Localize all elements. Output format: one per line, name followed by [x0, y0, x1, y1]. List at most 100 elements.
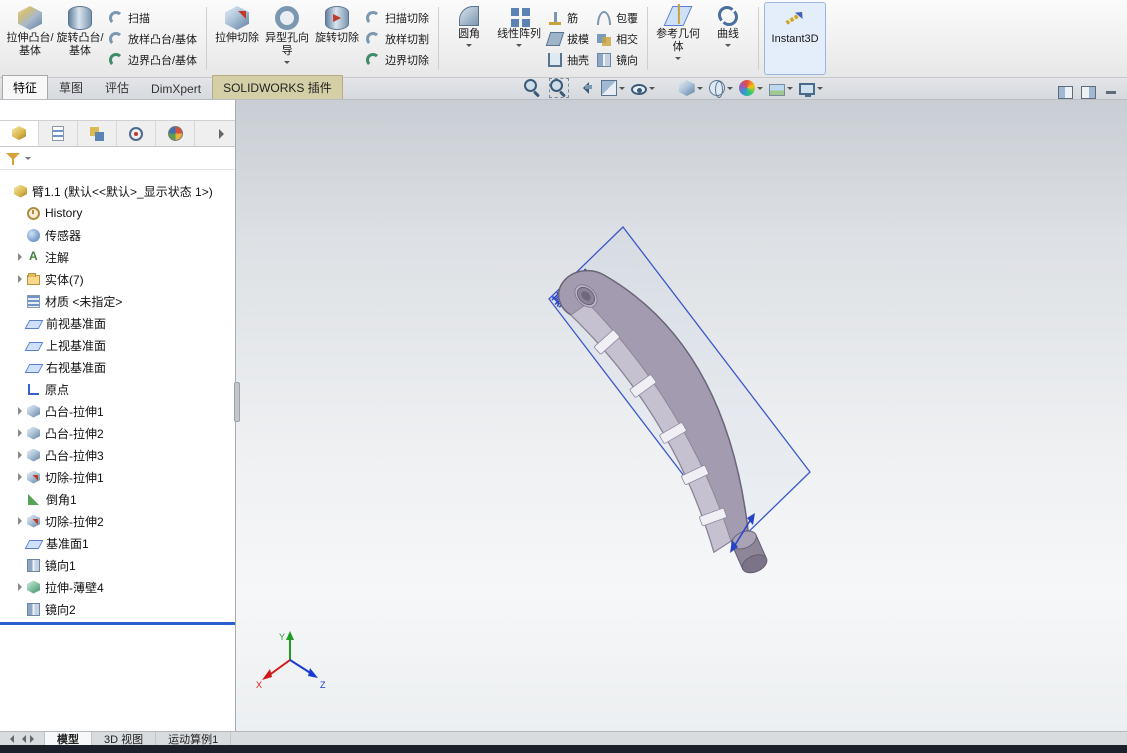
extrude-cut-button[interactable]: 拉伸切除: [212, 2, 262, 75]
mirror-button[interactable]: 镜向: [597, 52, 638, 68]
tab-evaluate[interactable]: 评估: [94, 75, 140, 99]
tab-solidworks-addins[interactable]: SOLIDWORKS 插件: [212, 75, 343, 99]
tree-item-mirror2[interactable]: 镜向2: [0, 598, 235, 620]
hole-wizard-button[interactable]: 异型孔向导: [262, 2, 312, 75]
pane-right-icon[interactable]: [1081, 86, 1096, 99]
zoom-fit-button[interactable]: [521, 77, 545, 99]
sweep-button[interactable]: 扫描: [109, 10, 197, 26]
tree-item-mirror1[interactable]: 镜向1: [0, 554, 235, 576]
graphics-area[interactable]: 基准面1: [236, 100, 1127, 731]
display-style-button[interactable]: [707, 79, 735, 98]
instant3d-button[interactable]: Instant3D: [764, 2, 827, 75]
reference-geometry-button[interactable]: 参考几何体: [653, 2, 703, 75]
collapse-icon[interactable]: [1104, 86, 1119, 99]
expand-arrow-icon[interactable]: [17, 275, 26, 283]
hide-show-items-dropdown-icon[interactable]: [648, 86, 655, 93]
section-view-button[interactable]: [599, 79, 627, 97]
tree-item-top-plane[interactable]: 上视基准面: [0, 334, 235, 356]
scroll-first-icon[interactable]: [6, 734, 14, 743]
rollback-bar[interactable]: [0, 622, 235, 625]
wrap-button[interactable]: 包覆: [597, 10, 638, 26]
dimxpertmanager-tab[interactable]: [117, 121, 156, 146]
tree-item-front-plane[interactable]: 前视基准面: [0, 312, 235, 334]
curves-button[interactable]: 曲线: [703, 2, 753, 75]
tree-item-annotations[interactable]: 注解: [0, 246, 235, 268]
expand-arrow-icon[interactable]: [17, 429, 26, 437]
expand-arrow-icon[interactable]: [17, 517, 26, 525]
filter-dropdown-icon[interactable]: [25, 156, 31, 163]
view-settings-dropdown-icon[interactable]: [816, 86, 823, 93]
expand-arrow-icon[interactable]: [17, 451, 26, 459]
tree-item-solid-bodies[interactable]: 实体(7): [0, 268, 235, 290]
featuremanager-tab[interactable]: [0, 121, 39, 146]
shell-button[interactable]: 抽壳: [548, 52, 589, 68]
tree-item-cut-extrude1[interactable]: 切除-拉伸1: [0, 466, 235, 488]
tree-item-thin-extrude4[interactable]: 拉伸-薄壁4: [0, 576, 235, 598]
view-settings-button[interactable]: [797, 80, 825, 97]
edit-appearance-dropdown-icon[interactable]: [756, 86, 763, 93]
tab-dimxpert[interactable]: DimXpert: [140, 78, 212, 99]
tab-motion-study-1[interactable]: 运动算例1: [156, 732, 232, 746]
configurationmanager-tab[interactable]: [78, 121, 117, 146]
expand-arrow-icon[interactable]: [17, 473, 26, 481]
tab-sketch[interactable]: 草图: [48, 75, 94, 99]
displaymanager-tab[interactable]: [156, 121, 195, 146]
tree-item-chamfer1[interactable]: 倒角1: [0, 488, 235, 510]
apply-scene-dropdown-icon[interactable]: [786, 86, 793, 93]
tree-item-boss-extrude2[interactable]: 凸台-拉伸2: [0, 422, 235, 444]
tree-item-boss-extrude3[interactable]: 凸台-拉伸3: [0, 444, 235, 466]
tree-item-material[interactable]: 材质 <未指定>: [0, 290, 235, 312]
tree-item-history[interactable]: History: [0, 202, 235, 224]
pane-left-icon[interactable]: [1058, 86, 1073, 99]
tab-features[interactable]: 特征: [2, 75, 49, 99]
loft-cut-button[interactable]: 放样切割: [366, 31, 429, 47]
revolve-cut-button[interactable]: 旋转切除: [312, 2, 362, 75]
hide-show-items-button[interactable]: [629, 80, 657, 96]
tab-3d-views[interactable]: 3D 视图: [92, 732, 157, 746]
expand-arrow-icon[interactable]: [17, 407, 26, 415]
tree-item-sensors[interactable]: 传感器: [0, 224, 235, 246]
section-view-dropdown-icon[interactable]: [618, 86, 625, 93]
extrude-boss-button[interactable]: 拉伸凸台/基体: [5, 2, 55, 75]
display-style-dropdown-icon[interactable]: [726, 86, 733, 93]
fillet-button[interactable]: 圆角: [444, 2, 494, 75]
tab-model[interactable]: 模型: [45, 732, 92, 746]
curves-dropdown-icon[interactable]: [725, 44, 732, 50]
tree-item-right-plane[interactable]: 右视基准面: [0, 356, 235, 378]
edit-appearance-button[interactable]: [737, 79, 765, 97]
tree-item-boss-extrude1[interactable]: 凸台-拉伸1: [0, 400, 235, 422]
view-orientation-dropdown-icon[interactable]: [696, 86, 703, 93]
loft-button[interactable]: 放样凸台/基体: [109, 31, 197, 47]
filter-funnel-icon[interactable]: [6, 152, 20, 165]
previous-view-button[interactable]: [573, 77, 597, 99]
draft-button[interactable]: 拔模: [545, 31, 589, 47]
view-orientation-button[interactable]: [677, 79, 705, 97]
revolve-boss-button[interactable]: 旋转凸台/基体: [55, 2, 105, 75]
tree-item-cut-extrude2[interactable]: 切除-拉伸2: [0, 510, 235, 532]
fillet-dropdown-icon[interactable]: [466, 44, 473, 50]
scroll-left-icon[interactable]: [18, 734, 26, 743]
hole-wizard-dropdown-icon[interactable]: [284, 61, 291, 67]
panel-flyout-button[interactable]: [213, 121, 235, 146]
panel-splitter[interactable]: [234, 382, 240, 422]
expand-arrow-icon[interactable]: [17, 583, 26, 591]
tree-item-plane1[interactable]: 基准面1: [0, 532, 235, 554]
ribbon-separator: [438, 7, 440, 70]
propertymanager-tab[interactable]: [39, 121, 78, 146]
rib-button[interactable]: 筋: [548, 10, 589, 26]
boundary-cut-button[interactable]: 边界切除: [366, 52, 429, 68]
apply-scene-button[interactable]: [767, 80, 795, 97]
expand-arrow-icon[interactable]: [17, 253, 26, 261]
boundary-boss-button[interactable]: 边界凸台/基体: [109, 52, 197, 68]
tree-item-root[interactable]: 臂1.1 (默认<<默认>_显示状态 1>): [0, 180, 235, 202]
scroll-right-icon[interactable]: [30, 734, 38, 743]
tree-item-origin[interactable]: 原点: [0, 378, 235, 400]
sweep-cut-button[interactable]: 扫描切除: [366, 10, 429, 26]
reference-geometry-dropdown-icon[interactable]: [675, 57, 682, 63]
tree-item-label: 凸台-拉伸2: [45, 426, 104, 441]
zoom-area-button[interactable]: [547, 77, 571, 99]
linear-pattern-button[interactable]: 线性阵列: [494, 2, 544, 75]
linear-pattern-dropdown-icon[interactable]: [516, 44, 523, 50]
feature-manager-panel: 臂1.1 (默认<<默认>_显示状态 1>) History 传感器注解实体(7) 材…: [0, 100, 236, 731]
intersect-button[interactable]: 相交: [597, 31, 638, 47]
